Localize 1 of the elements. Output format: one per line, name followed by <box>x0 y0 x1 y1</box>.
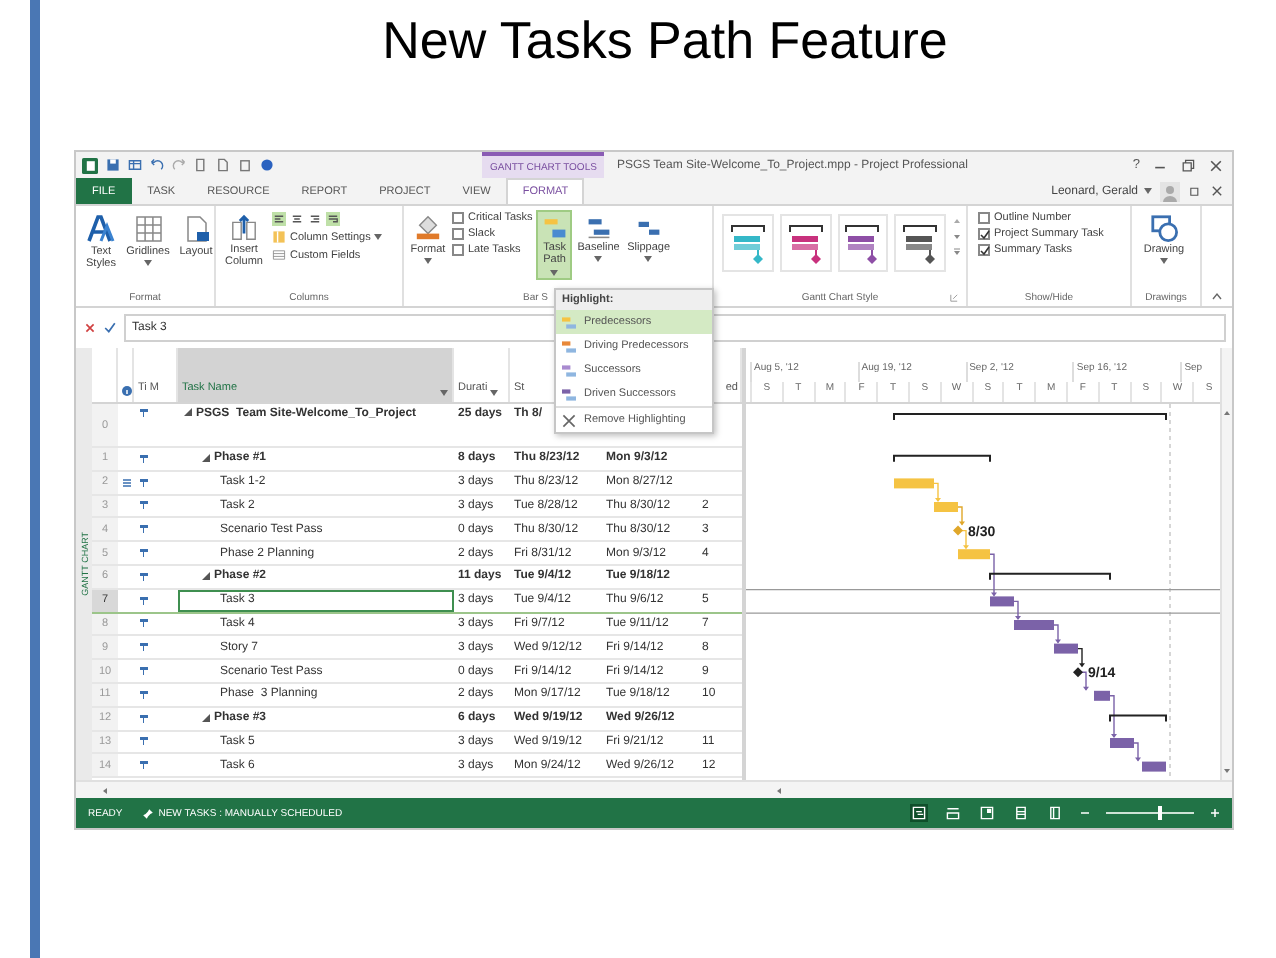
slide-title: New Tasks Path Feature <box>380 7 950 73</box>
